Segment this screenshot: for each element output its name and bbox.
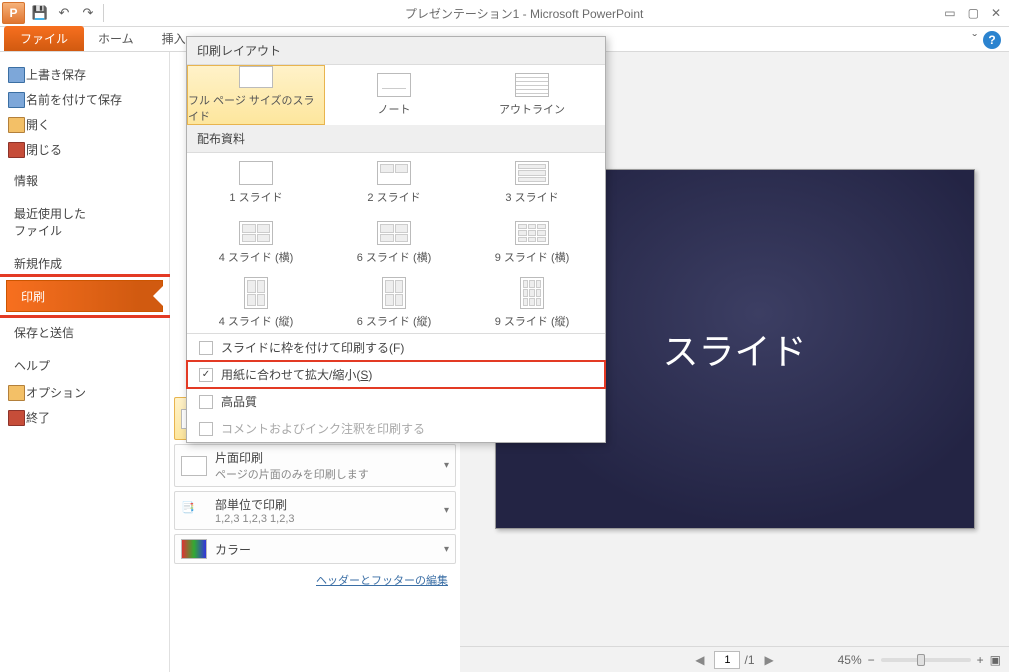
handout-2[interactable]: 2 スライド [325, 153, 463, 213]
page-icon [382, 277, 406, 309]
handout-9w[interactable]: 9 スライド (横) [463, 213, 601, 273]
handout-4t[interactable]: 4 スライド (縦) [187, 273, 325, 333]
zoom-out-button[interactable]: − [868, 653, 875, 667]
backstage-recent[interactable]: 最近使用した ファイル [0, 195, 169, 245]
checkbox-icon [199, 422, 213, 436]
color-icon [181, 539, 207, 559]
handout-6w[interactable]: 6 スライド (横) [325, 213, 463, 273]
notes-icon [377, 73, 411, 97]
maximize-icon[interactable]: ▢ [968, 6, 979, 20]
ribbon-minimize-icon[interactable]: ˇ [972, 31, 977, 49]
tab-home[interactable]: ホーム [84, 26, 148, 51]
tab-file[interactable]: ファイル [4, 26, 84, 51]
handout-4w[interactable]: 4 スライド (横) [187, 213, 325, 273]
option-high-quality[interactable]: 高品質 [187, 388, 605, 415]
backstage-open[interactable]: 開く [0, 112, 169, 137]
prev-page-button[interactable]: ◀ [689, 653, 710, 667]
zoom-slider[interactable] [881, 658, 971, 662]
option-print-ink: コメントおよびインク注釈を印刷する [187, 415, 605, 442]
handout-9t[interactable]: 9 スライド (縦) [463, 273, 601, 333]
page-icon [377, 221, 411, 245]
backstage-new[interactable]: 新規作成 [0, 245, 169, 278]
page-icon [239, 66, 273, 88]
popup-section-layout: 印刷レイアウト [187, 37, 605, 65]
layout-full-page[interactable]: フル ページ サイズのスライド [187, 65, 325, 125]
chevron-down-icon: ▾ [444, 460, 449, 471]
print-side-select[interactable]: 片面印刷 ページの片面のみを印刷します ▾ [174, 444, 456, 487]
handout-3[interactable]: 3 スライド [463, 153, 601, 213]
help-icon[interactable]: ? [983, 31, 1001, 49]
page-input[interactable] [714, 651, 740, 669]
qat-redo-icon[interactable]: ↷ [79, 4, 97, 22]
backstage-print[interactable]: 印刷 [6, 280, 163, 312]
layout-notes[interactable]: ノート [325, 65, 463, 125]
chevron-down-icon: ▾ [444, 505, 449, 516]
minimize-icon[interactable]: ▭ [944, 6, 955, 20]
print-collate-sub: 1,2,3 1,2,3 1,2,3 [215, 513, 295, 525]
backstage-save-as[interactable]: 名前を付けて保存 [0, 87, 169, 112]
popup-section-handout: 配布資料 [187, 125, 605, 153]
zoom-label: 45% [838, 653, 862, 667]
option-frame-slides[interactable]: スライドに枠を付けて印刷する(F) [187, 334, 605, 361]
checkbox-icon [199, 341, 213, 355]
collate-icon: 📑 [181, 501, 207, 521]
option-frame-label: スライドに枠を付けて印刷する(F) [221, 339, 404, 356]
backstage-help[interactable]: ヘルプ [0, 347, 169, 380]
option-hq-label: 高品質 [221, 393, 257, 410]
page-icon [515, 161, 549, 185]
slide-title: スライド [662, 323, 806, 375]
app-button[interactable]: P [2, 2, 25, 24]
backstage-options[interactable]: オプション [0, 380, 169, 405]
page-icon [239, 161, 273, 185]
backstage-close[interactable]: 閉じる [0, 137, 169, 162]
page-icon [515, 221, 549, 245]
next-page-button[interactable]: ▶ [759, 653, 780, 667]
backstage-save-send[interactable]: 保存と送信 [0, 314, 169, 347]
option-scale-to-fit[interactable]: 用紙に合わせて拡大/縮小(S) [187, 361, 605, 388]
backstage-info[interactable]: 情報 [0, 162, 169, 195]
backstage-exit[interactable]: 終了 [0, 405, 169, 430]
page-icon [520, 277, 544, 309]
option-ink-label: コメントおよびインク注釈を印刷する [221, 420, 425, 437]
backstage-sidebar: 上書き保存 名前を付けて保存 開く 閉じる 情報 最近使用した ファイル 新規作… [0, 52, 170, 672]
zoom-fit-icon[interactable]: ▣ [990, 653, 1001, 667]
edit-header-footer-link[interactable]: ヘッダーとフッターの編集 [170, 568, 460, 592]
zoom-in-button[interactable]: + [977, 653, 984, 667]
print-collate-title: 部単位で印刷 [215, 496, 295, 513]
handout-6t[interactable]: 6 スライド (縦) [325, 273, 463, 333]
outline-icon [515, 73, 549, 97]
print-layout-popup: 印刷レイアウト フル ページ サイズのスライド ノート アウトライン 配布資料 … [186, 36, 606, 443]
print-color-title: カラー [215, 541, 251, 558]
page-icon [239, 221, 273, 245]
handout-1[interactable]: 1 スライド [187, 153, 325, 213]
page-icon [377, 161, 411, 185]
print-side-sub: ページの片面のみを印刷します [215, 466, 369, 482]
checkbox-checked-icon [199, 368, 213, 382]
page-total: /1 [744, 653, 754, 667]
print-side-title: 片面印刷 [215, 449, 369, 466]
window-title: プレゼンテーション1 - Microsoft PowerPoint [104, 5, 944, 22]
option-scale-label: 用紙に合わせて拡大/縮小(S) [221, 366, 372, 383]
layout-outline[interactable]: アウトライン [463, 65, 601, 125]
backstage-save[interactable]: 上書き保存 [0, 62, 169, 87]
page-icon [181, 456, 207, 476]
qat-undo-icon[interactable]: ↶ [55, 4, 73, 22]
qat-save-icon[interactable]: 💾 [31, 4, 49, 22]
close-icon[interactable]: ✕ [991, 6, 1001, 20]
pager: ◀ /1 ▶ 45% − + ▣ [460, 646, 1009, 672]
checkbox-icon [199, 395, 213, 409]
chevron-down-icon: ▾ [444, 544, 449, 555]
print-collate-select[interactable]: 📑 部単位で印刷 1,2,3 1,2,3 1,2,3 ▾ [174, 491, 456, 530]
print-color-select[interactable]: カラー ▾ [174, 534, 456, 564]
page-icon [244, 277, 268, 309]
